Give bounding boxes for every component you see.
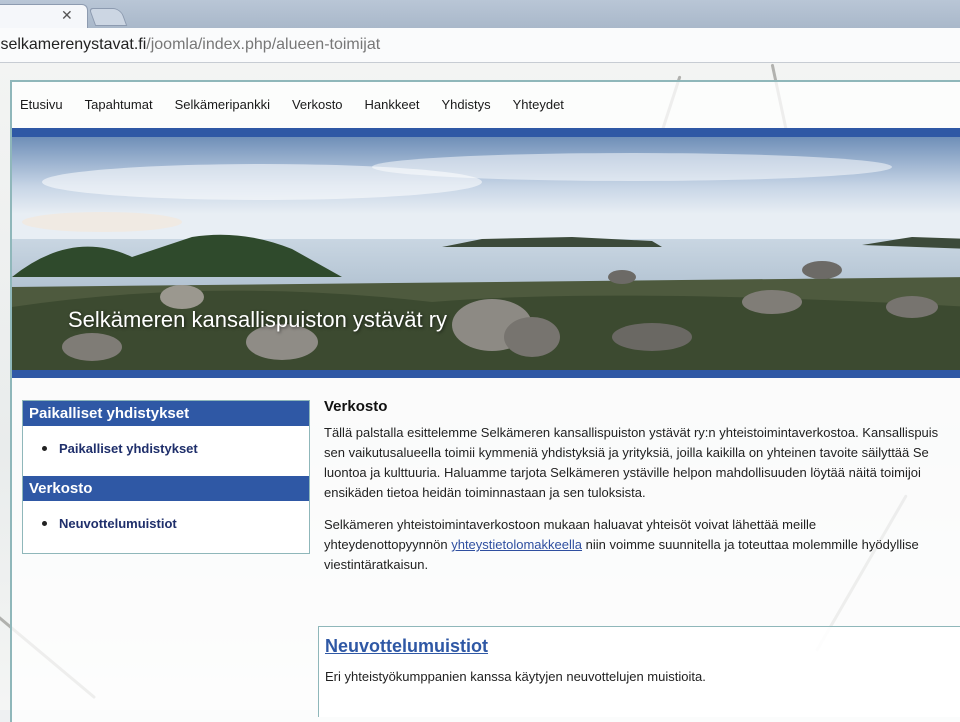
- new-tab-button[interactable]: [88, 8, 128, 26]
- url-domain: .selkamerenystavat.fi: [0, 36, 147, 53]
- header-banner: Selkämeren kansallispuiston ystävät ry: [12, 137, 960, 370]
- main-content: Verkosto Tällä palstalla esittelemme Sel…: [324, 398, 960, 575]
- article-description: Eri yhteistyökumppanien kanssa käytyjen …: [325, 669, 706, 684]
- sidebar-link-neuvottelumuistiot[interactable]: Neuvottelumuistiot: [59, 516, 177, 531]
- nav-item-selkameripankki[interactable]: Selkämeripankki: [175, 97, 270, 112]
- page-title: Verkosto: [324, 398, 388, 415]
- paragraph-line: viestintäratkaisun.: [324, 557, 429, 572]
- close-icon[interactable]: ✕: [61, 8, 73, 24]
- url-text[interactable]: .selkamerenystavat.fi/joomla/index.php/a…: [0, 36, 380, 54]
- url-path: /joomla/index.php/alueen-toimijat: [146, 36, 381, 53]
- site-title: Selkämeren kansallispuiston ystävät ry: [68, 307, 448, 332]
- contact-paragraph: Selkämeren yhteistoimintaverkostoon muka…: [324, 515, 960, 575]
- paragraph-line: Selkämeren yhteistoimintaverkostoon muka…: [324, 517, 817, 532]
- nav-divider: [12, 128, 960, 137]
- paragraph-line: ensikäden tietoa heidän toiminnastaan ja…: [324, 485, 646, 500]
- contact-form-link[interactable]: yhteystietolomakkeella: [451, 537, 582, 552]
- sidebar-link-paikalliset[interactable]: Paikalliset yhdistykset: [59, 441, 198, 456]
- nav-item-yhteydet[interactable]: Yhteydet: [513, 97, 564, 112]
- bullet-icon: [42, 521, 47, 526]
- paragraph-text: niin voimme suunnitella ja toteuttaa mol…: [582, 537, 919, 552]
- bullet-icon: [42, 446, 47, 451]
- nav-item-yhdistys[interactable]: Yhdistys: [441, 97, 490, 112]
- paragraph-line: sen vaikutusalueella toimii kymmeniä yhd…: [324, 445, 929, 460]
- browser-tab[interactable]: ✕: [0, 4, 88, 29]
- nav-item-etusivu[interactable]: Etusivu: [20, 97, 63, 112]
- intro-paragraph: Tällä palstalla esittelemme Selkämeren k…: [324, 423, 960, 503]
- sidebar-list: Paikalliset yhdistykset: [23, 426, 309, 476]
- site-frame: Etusivu Tapahtumat Selkämeripankki Verko…: [10, 80, 960, 722]
- paragraph-text: yhteydenottopyynnön: [324, 537, 452, 552]
- sidebar: Paikalliset yhdistykset Paikalliset yhdi…: [22, 400, 310, 554]
- sidebar-heading-paikalliset: Paikalliset yhdistykset: [23, 401, 309, 426]
- paragraph-line: luontoa ja kulttuuria. Haluamme tarjota …: [324, 465, 921, 480]
- banner-landscape-image: [12, 137, 960, 370]
- nav-item-hankkeet[interactable]: Hankkeet: [365, 97, 420, 112]
- article-card: Neuvottelumuistiot Eri yhteistyökumppani…: [318, 626, 960, 717]
- article-title-link[interactable]: Neuvottelumuistiot: [325, 636, 488, 657]
- sidebar-list: Neuvottelumuistiot: [23, 501, 309, 551]
- banner-divider: [12, 370, 960, 378]
- nav-item-verkosto[interactable]: Verkosto: [292, 97, 343, 112]
- sidebar-heading-verkosto: Verkosto: [23, 476, 309, 501]
- main-nav: Etusivu Tapahtumat Selkämeripankki Verko…: [12, 82, 960, 126]
- browser-tab-bar: ✕: [0, 0, 960, 29]
- address-bar[interactable]: .selkamerenystavat.fi/joomla/index.php/a…: [0, 28, 960, 63]
- paragraph-line: Tällä palstalla esittelemme Selkämeren k…: [324, 425, 939, 440]
- nav-item-tapahtumat[interactable]: Tapahtumat: [85, 97, 153, 112]
